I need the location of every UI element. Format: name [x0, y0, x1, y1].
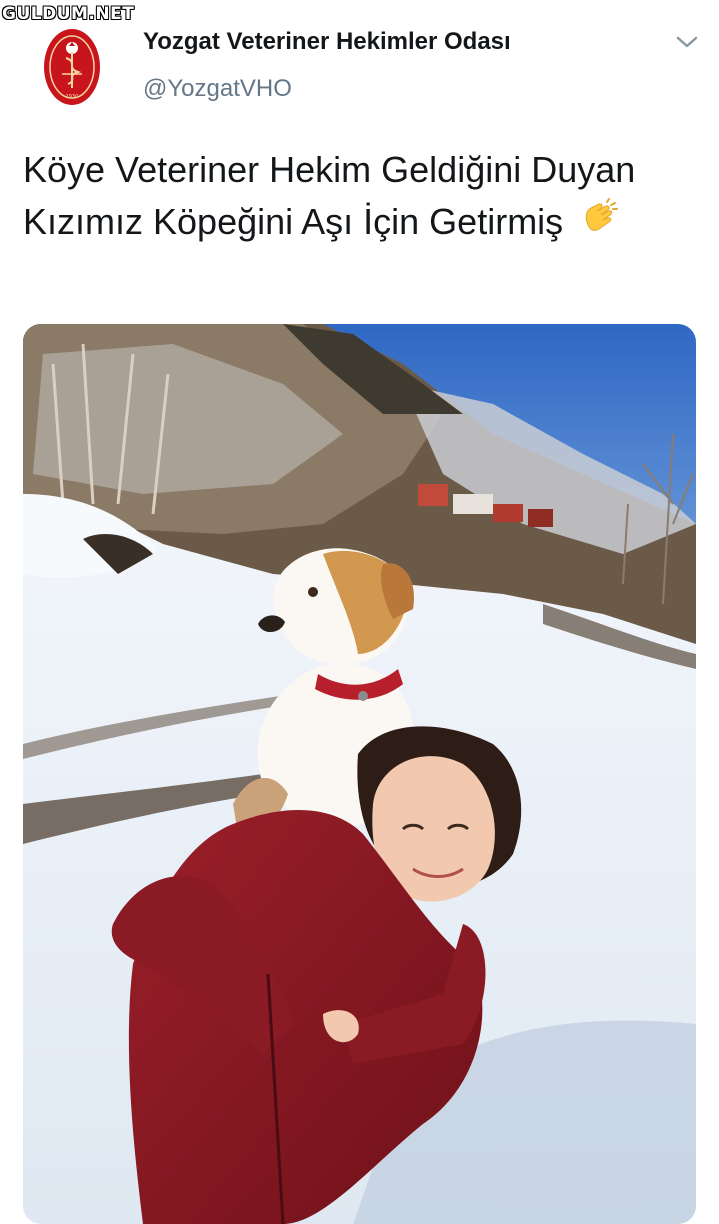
tweet-header: 1930 Yozgat Veteriner Hekimler Odası @Yo… — [0, 0, 719, 120]
veterinary-emblem-logo-icon: 1930 — [44, 29, 100, 105]
svg-text:1930: 1930 — [66, 94, 79, 100]
author-handle[interactable]: @YozgatVHO — [143, 75, 292, 103]
tweet-body: Köye Veteriner Hekim Geldiğini Duyan Kız… — [23, 144, 683, 248]
chevron-down-icon[interactable] — [675, 32, 699, 52]
author-display-name[interactable]: Yozgat Veteriner Hekimler Odası — [143, 28, 511, 56]
clapping-hands-icon — [577, 198, 619, 240]
photo-scene — [23, 324, 696, 1224]
author-avatar[interactable]: 1930 — [42, 26, 102, 108]
tweet-photo[interactable] — [23, 324, 696, 1224]
tweet-text: Köye Veteriner Hekim Geldiğini Duyan Kız… — [23, 149, 636, 242]
